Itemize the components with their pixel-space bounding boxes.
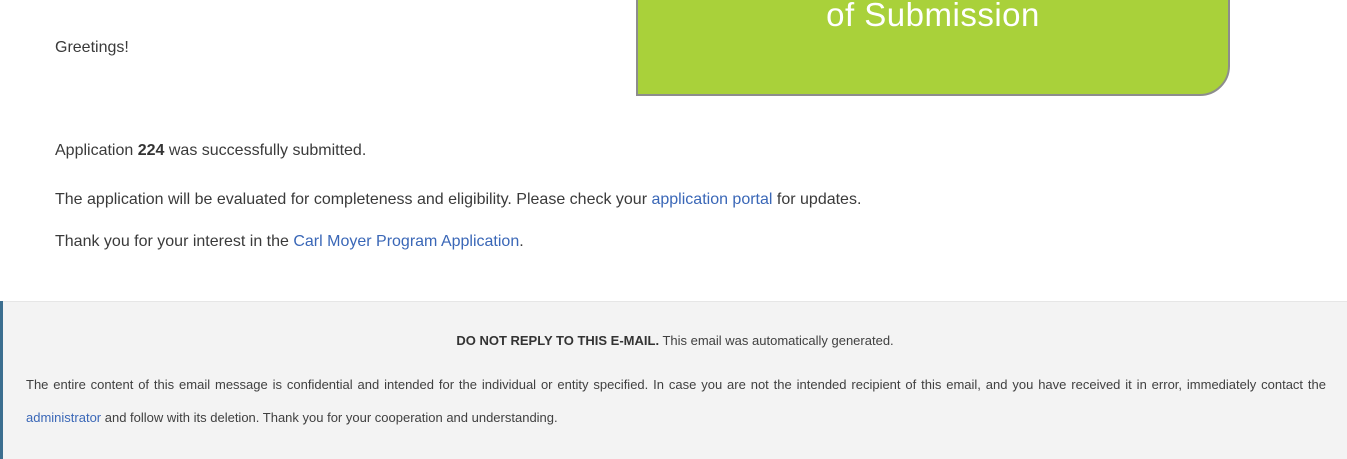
application-portal-link[interactable]: application portal	[651, 191, 772, 208]
auto-generated-text: This email was automatically generated.	[659, 333, 894, 348]
callout-text: of Submission	[826, 0, 1040, 33]
thanks-suffix: .	[519, 233, 524, 250]
greeting-text: Greetings!	[55, 39, 129, 56]
no-reply-warning: DO NOT REPLY TO THIS E-MAIL.	[456, 333, 660, 348]
evaluation-notice: The application will be evaluated for co…	[55, 191, 861, 209]
evaluation-prefix: The application will be evaluated for co…	[55, 191, 652, 208]
evaluation-suffix: for updates.	[772, 191, 862, 208]
disclaimer-suffix: and follow with its deletion. Thank you …	[101, 410, 558, 425]
program-application-link[interactable]: Carl Moyer Program Application	[293, 233, 519, 250]
submission-confirmation: Application 224 was successfully submitt…	[55, 142, 366, 160]
no-reply-notice: DO NOT REPLY TO THIS E-MAIL. This email …	[3, 333, 1347, 348]
callout-box: of Submission	[636, 0, 1230, 96]
disclaimer-prefix: The entire content of this email message…	[26, 377, 1326, 392]
email-footer: DO NOT REPLY TO THIS E-MAIL. This email …	[3, 301, 1347, 459]
email-screenshot: Greetings! Application 224 was successfu…	[0, 0, 1347, 459]
thanks-prefix: Thank you for your interest in the	[55, 233, 294, 250]
thanks-message: Thank you for your interest in the Carl …	[55, 233, 524, 251]
submission-prefix: Application	[55, 142, 138, 159]
administrator-link[interactable]: administrator	[26, 410, 101, 425]
confidentiality-disclaimer: The entire content of this email message…	[26, 368, 1326, 434]
submission-suffix: was successfully submitted.	[164, 142, 367, 159]
application-number: 224	[137, 142, 165, 159]
